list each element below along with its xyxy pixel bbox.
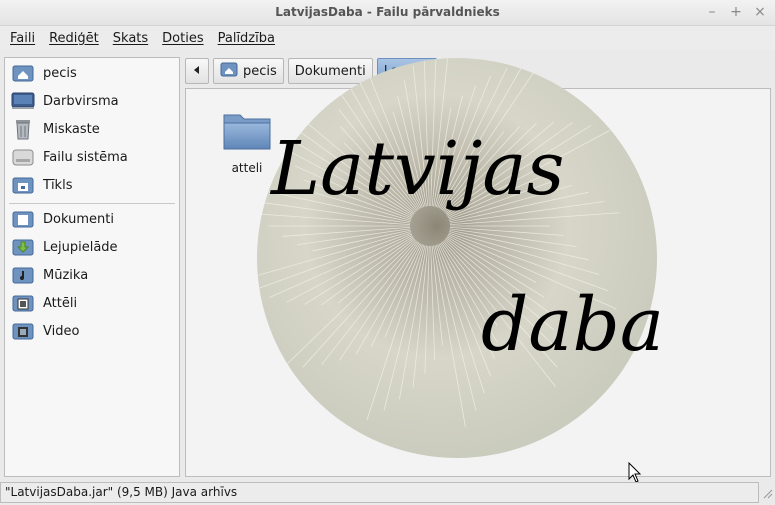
- sidebar-item-desktop[interactable]: Darbvirsma: [11, 89, 119, 113]
- sidebar: pecis Darbvirsma Miskaste Failu sistēma …: [4, 57, 180, 477]
- resize-grip-icon[interactable]: [761, 487, 773, 501]
- sidebar-separator: [9, 203, 175, 204]
- sidebar-item-video[interactable]: Video: [11, 319, 79, 343]
- network-icon: [11, 174, 35, 196]
- home-icon: [220, 61, 238, 81]
- sidebar-item-label: Dokumenti: [43, 211, 114, 227]
- pictures-folder-icon: [11, 292, 35, 314]
- sidebar-item-label: Attēli: [43, 295, 78, 311]
- menu-help[interactable]: Palīdzība: [218, 31, 275, 46]
- sidebar-item-label: Lejupielāde: [43, 239, 118, 255]
- sidebar-item-label: Mūzika: [43, 267, 89, 283]
- splash-image: Latvijas daba: [255, 56, 664, 460]
- sidebar-item-filesystem[interactable]: Failu sistēma: [11, 145, 128, 169]
- video-folder-icon: [11, 320, 35, 342]
- sidebar-item-label: Failu sistēma: [43, 149, 128, 165]
- menu-edit[interactable]: Rediģēt: [49, 31, 99, 46]
- trash-icon: [11, 118, 35, 140]
- sidebar-item-music[interactable]: Mūzika: [11, 263, 88, 287]
- back-arrow-icon: [192, 64, 202, 79]
- sidebar-item-label: Darbvirsma: [43, 93, 119, 109]
- minimize-button[interactable]: –: [705, 3, 719, 21]
- home-icon: [11, 62, 35, 84]
- documents-folder-icon: [11, 208, 35, 230]
- sidebar-item-pictures[interactable]: Attēli: [11, 291, 77, 315]
- back-button[interactable]: [185, 58, 209, 84]
- desktop-icon: [11, 90, 35, 112]
- sidebar-item-home[interactable]: pecis: [11, 61, 77, 85]
- sidebar-item-label: Video: [43, 323, 80, 339]
- splash-title-line2: daba: [481, 282, 659, 368]
- drive-icon: [11, 146, 35, 168]
- sidebar-item-label: Miskaste: [43, 121, 100, 137]
- sidebar-item-network[interactable]: Tīkls: [11, 173, 72, 197]
- close-button[interactable]: ×: [753, 3, 767, 21]
- window-title: LatvijasDaba - Failu pārvaldnieks: [275, 5, 500, 19]
- splash-title-line1: Latvijas: [269, 126, 565, 212]
- sidebar-item-label: pecis: [43, 65, 77, 81]
- status-text: "LatvijasDaba.jar" (9,5 MB) Java arhīvs: [5, 485, 238, 499]
- menu-bar: Faili Rediģēt Skats Doties Palīdzība: [0, 26, 775, 50]
- maximize-button[interactable]: +: [729, 3, 743, 21]
- sidebar-item-downloads[interactable]: Lejupielāde: [11, 235, 118, 259]
- title-bar: LatvijasDaba - Failu pārvaldnieks – + ×: [0, 0, 775, 26]
- menu-file[interactable]: Faili: [10, 31, 35, 46]
- status-bar: "LatvijasDaba.jar" (9,5 MB) Java arhīvs: [0, 482, 759, 503]
- sidebar-item-label: Tīkls: [43, 177, 73, 193]
- download-folder-icon: [11, 236, 35, 258]
- menu-view[interactable]: Skats: [113, 31, 148, 46]
- sidebar-item-documents[interactable]: Dokumenti: [11, 207, 114, 231]
- dandelion-image: Latvijas daba: [257, 58, 664, 458]
- menu-go[interactable]: Doties: [162, 31, 203, 46]
- sidebar-item-trash[interactable]: Miskaste: [11, 117, 100, 141]
- music-folder-icon: [11, 264, 35, 286]
